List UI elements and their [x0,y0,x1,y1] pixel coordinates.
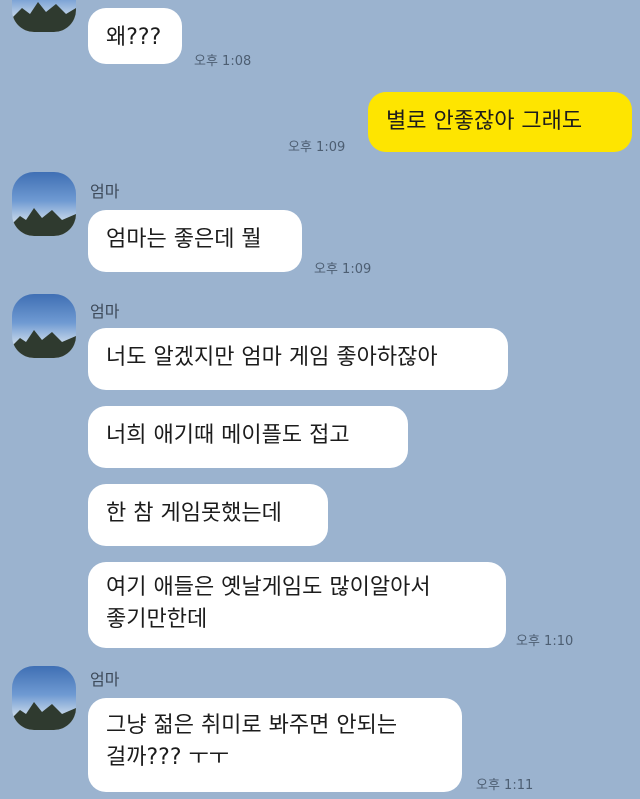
message-bubble[interactable]: 그냥 젊은 취미로 봐주면 안되는 걸까??? ㅜㅜ [88,698,462,792]
message-bubble[interactable]: 한 참 게임못했는데 [88,484,328,546]
avatar[interactable] [12,172,76,236]
message-time: 오후 1:08 [194,54,252,69]
message-bubble[interactable]: 여기 애들은 옛날게임도 많이알아서 좋기만한데 [88,562,506,648]
message-time: 오후 1:10 [516,634,574,649]
avatar[interactable] [12,666,76,730]
message-bubble[interactable]: 너도 알겠지만 엄마 게임 좋아하잖아 [88,328,508,390]
sender-name: 엄마 [90,302,120,321]
my-message-bubble[interactable]: 별로 안좋잖아 그래도 [368,92,632,152]
message-text: 왜??? [106,25,162,50]
message-text: 여기 애들은 옛날게임도 많이알아서 [106,575,431,600]
message-bubble[interactable]: 너희 애기때 메이플도 접고 [88,406,408,468]
message-text: 걸까??? ㅜㅜ [106,745,229,770]
message-text: 엄마는 좋은데 뭘 [106,227,262,252]
avatar[interactable] [12,294,76,358]
message-text: 별로 안좋잖아 그래도 [386,109,583,134]
message-text: 그냥 젊은 취미로 봐주면 안되는 [106,713,398,738]
message-bubble[interactable]: 왜??? [88,8,182,64]
sender-name: 엄마 [90,670,120,689]
avatar[interactable] [12,0,76,32]
message-text: 너도 알겠지만 엄마 게임 좋아하잖아 [106,345,438,370]
message-bubble[interactable]: 엄마는 좋은데 뭘 [88,210,302,272]
message-text: 좋기만한데 [106,607,208,632]
message-text: 너희 애기때 메이플도 접고 [106,423,350,448]
sender-name: 엄마 [90,182,120,201]
message-time: 오후 1:09 [288,140,346,155]
message-time: 오후 1:11 [476,778,534,793]
message-text: 한 참 게임못했는데 [106,501,282,526]
message-time: 오후 1:09 [314,262,372,277]
